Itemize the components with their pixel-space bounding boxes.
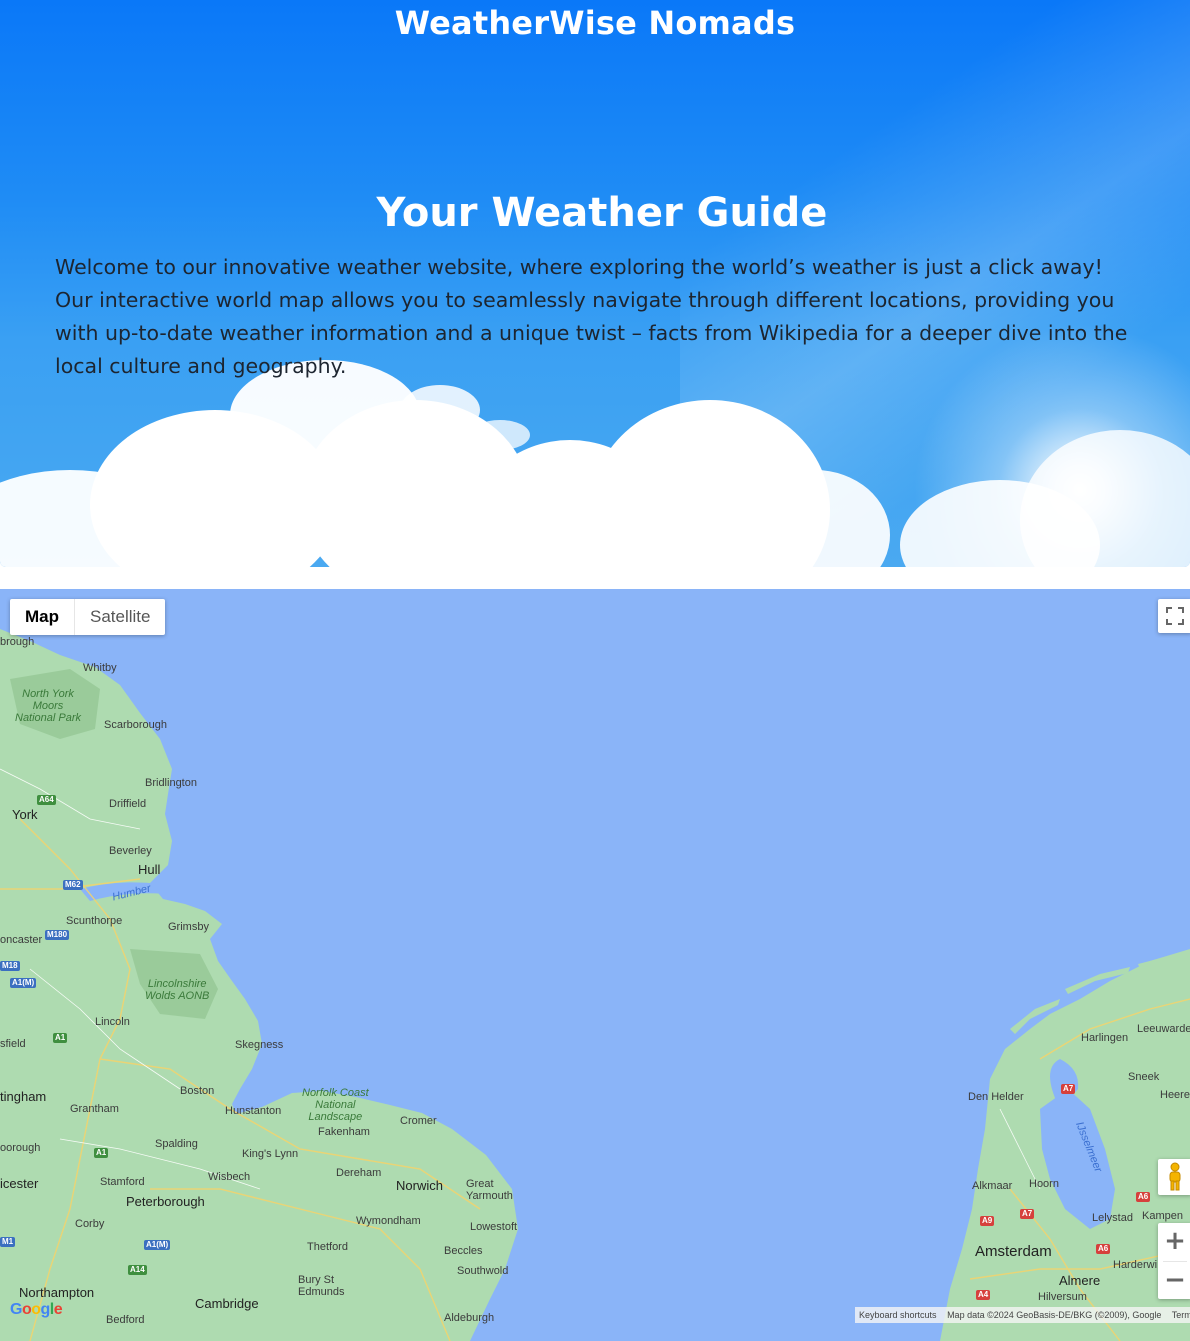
- map-label-wisbech: Wisbech: [208, 1171, 251, 1183]
- map-label-doncaster: oncaster: [0, 934, 43, 946]
- fullscreen-button[interactable]: [1158, 599, 1190, 633]
- map-label-beccles: Beccles: [444, 1245, 483, 1257]
- map-label-whitby: Whitby: [83, 662, 117, 674]
- map-label-peterborough: Peterborough: [126, 1194, 205, 1209]
- hero-banner: WeatherWise Nomads Your Weather Guide We…: [0, 0, 1190, 567]
- map-label-bedford: Bedford: [106, 1314, 145, 1326]
- map-data-credit: Map data ©2024 GeoBasis-DE/BKG (©2009), …: [947, 1310, 1162, 1320]
- map-label-stamford: Stamford: [100, 1176, 145, 1188]
- map-label-sneek: Sneek: [1128, 1071, 1160, 1083]
- map-label-lelystad: Lelystad: [1092, 1212, 1133, 1224]
- terms-link[interactable]: Terms: [1172, 1310, 1190, 1320]
- map-label-alkmaar: Alkmaar: [972, 1180, 1013, 1192]
- street-view-pegman-button[interactable]: [1158, 1159, 1190, 1195]
- hero-heading: Your Weather Guide: [376, 190, 828, 236]
- map-land-layer: [0, 629, 1190, 1341]
- map-label-fakenham: Fakenham: [318, 1126, 370, 1138]
- road-shield: A7: [1061, 1084, 1076, 1094]
- site-title: WeatherWise Nomads: [394, 4, 796, 42]
- road-shield: A1(M): [144, 1240, 171, 1250]
- fullscreen-icon: [1166, 607, 1184, 625]
- map-label-boston: Boston: [180, 1085, 215, 1097]
- map-label-spalding: Spalding: [155, 1138, 198, 1150]
- map-label-amsterdam: Amsterdam: [975, 1243, 1052, 1260]
- road-shield: A4: [976, 1290, 991, 1300]
- map-label-kampen: Kampen: [1142, 1210, 1183, 1222]
- map-label-mansfield: sfield: [0, 1038, 26, 1050]
- map-label-hull: Hull: [138, 862, 161, 877]
- map-label-grimsby: Grimsby: [168, 921, 209, 933]
- map-label-north-york-moors: North York Moors National Park: [15, 688, 82, 724]
- map-label-thetford: Thetford: [307, 1241, 348, 1253]
- map-label-great-yarmouth: Great Yarmouth: [466, 1178, 513, 1202]
- hero-description: Welcome to our innovative weather websit…: [55, 255, 1128, 378]
- map-label-almere: Almere: [1059, 1273, 1101, 1288]
- map-type-satellite-button[interactable]: Satellite: [75, 599, 165, 635]
- map-label-southwold: Southwold: [457, 1265, 509, 1277]
- road-shield: A6: [1096, 1244, 1111, 1254]
- pegman-icon: [1169, 1162, 1181, 1191]
- map-label-borough: oorough: [0, 1142, 41, 1154]
- map-label-kings-lynn: King's Lynn: [242, 1148, 299, 1160]
- map-label-brough: brough: [0, 636, 35, 648]
- road-shield: A7: [1020, 1209, 1035, 1219]
- zoom-in-button[interactable]: +: [1158, 1223, 1190, 1261]
- map-label-cambridge: Cambridge: [195, 1296, 259, 1311]
- map-label-corby: Corby: [75, 1218, 105, 1230]
- map-label-hoorn: Hoorn: [1029, 1178, 1059, 1190]
- road-shield: A9: [980, 1216, 995, 1226]
- road-shield: A1(M): [10, 978, 37, 988]
- map-label-york: York: [12, 807, 38, 822]
- map-label-hilversum: Hilversum: [1038, 1291, 1087, 1303]
- map-label-scunthorpe: Scunthorpe: [66, 915, 123, 927]
- map-label-harderwijk: Harderwi: [1113, 1259, 1158, 1271]
- map-label-driffield: Driffield: [109, 798, 147, 810]
- map-label-beverley: Beverley: [109, 845, 152, 857]
- map-label-scarborough: Scarborough: [104, 719, 167, 731]
- road-shield: M62: [63, 880, 83, 890]
- map-label-bury-st-edmunds: Bury St Edmunds: [298, 1274, 345, 1298]
- map-label-norwich: Norwich: [396, 1178, 443, 1193]
- road-shield: M1: [0, 1237, 16, 1247]
- map-label-lowestoft: Lowestoft: [470, 1221, 518, 1233]
- map-label-norfolk-coast: Norfolk Coast National Landscape: [302, 1087, 369, 1123]
- map-label-lincoln: Lincoln: [95, 1016, 130, 1028]
- road-shield: A14: [128, 1265, 147, 1275]
- map-label-aldeburgh: Aldeburgh: [444, 1312, 495, 1324]
- map-label-skegness: Skegness: [235, 1039, 284, 1051]
- map-label-den-helder: Den Helder: [968, 1091, 1024, 1103]
- zoom-out-button[interactable]: −: [1158, 1262, 1190, 1300]
- map-label-cromer: Cromer: [400, 1115, 437, 1127]
- road-shield: M18: [0, 961, 20, 971]
- google-logo[interactable]: Google: [10, 1301, 63, 1319]
- map-attribution: Keyboard shortcuts Map data ©2024 GeoBas…: [855, 1307, 1190, 1323]
- road-shield: A64: [37, 795, 56, 805]
- zoom-control: + −: [1158, 1223, 1190, 1299]
- map-label-harlingen: Harlingen: [1081, 1032, 1129, 1044]
- map-label-heerenveen: Heere: [1160, 1089, 1190, 1101]
- map-label-wymondham: Wymondham: [356, 1215, 421, 1227]
- road-shield: A6: [1136, 1192, 1151, 1202]
- map-label-dereham: Dereham: [336, 1167, 382, 1179]
- map-label-northampton: Northampton: [19, 1285, 95, 1300]
- road-shield: M180: [45, 930, 70, 940]
- map-type-control: Map Satellite: [10, 599, 166, 635]
- keyboard-shortcuts-link[interactable]: Keyboard shortcuts: [859, 1310, 937, 1320]
- map-label-nottingham: tingham: [0, 1089, 47, 1104]
- map-label-hunstanton: Hunstanton: [225, 1105, 282, 1117]
- map-label-lincolnshire-wolds: Lincolnshire Wolds AONB: [145, 978, 210, 1002]
- map-type-map-button[interactable]: Map: [10, 599, 75, 635]
- road-shield: A1: [94, 1148, 109, 1158]
- map-label-leeuwarden: Leeuwarde: [1137, 1023, 1190, 1035]
- map-label-bridlington: Bridlington: [145, 777, 197, 789]
- world-map[interactable]: brough Whitby North York Moors National …: [0, 589, 1190, 1341]
- road-shield: A1: [53, 1033, 68, 1043]
- map-label-leicester: icester: [0, 1176, 39, 1191]
- map-label-grantham: Grantham: [70, 1103, 119, 1115]
